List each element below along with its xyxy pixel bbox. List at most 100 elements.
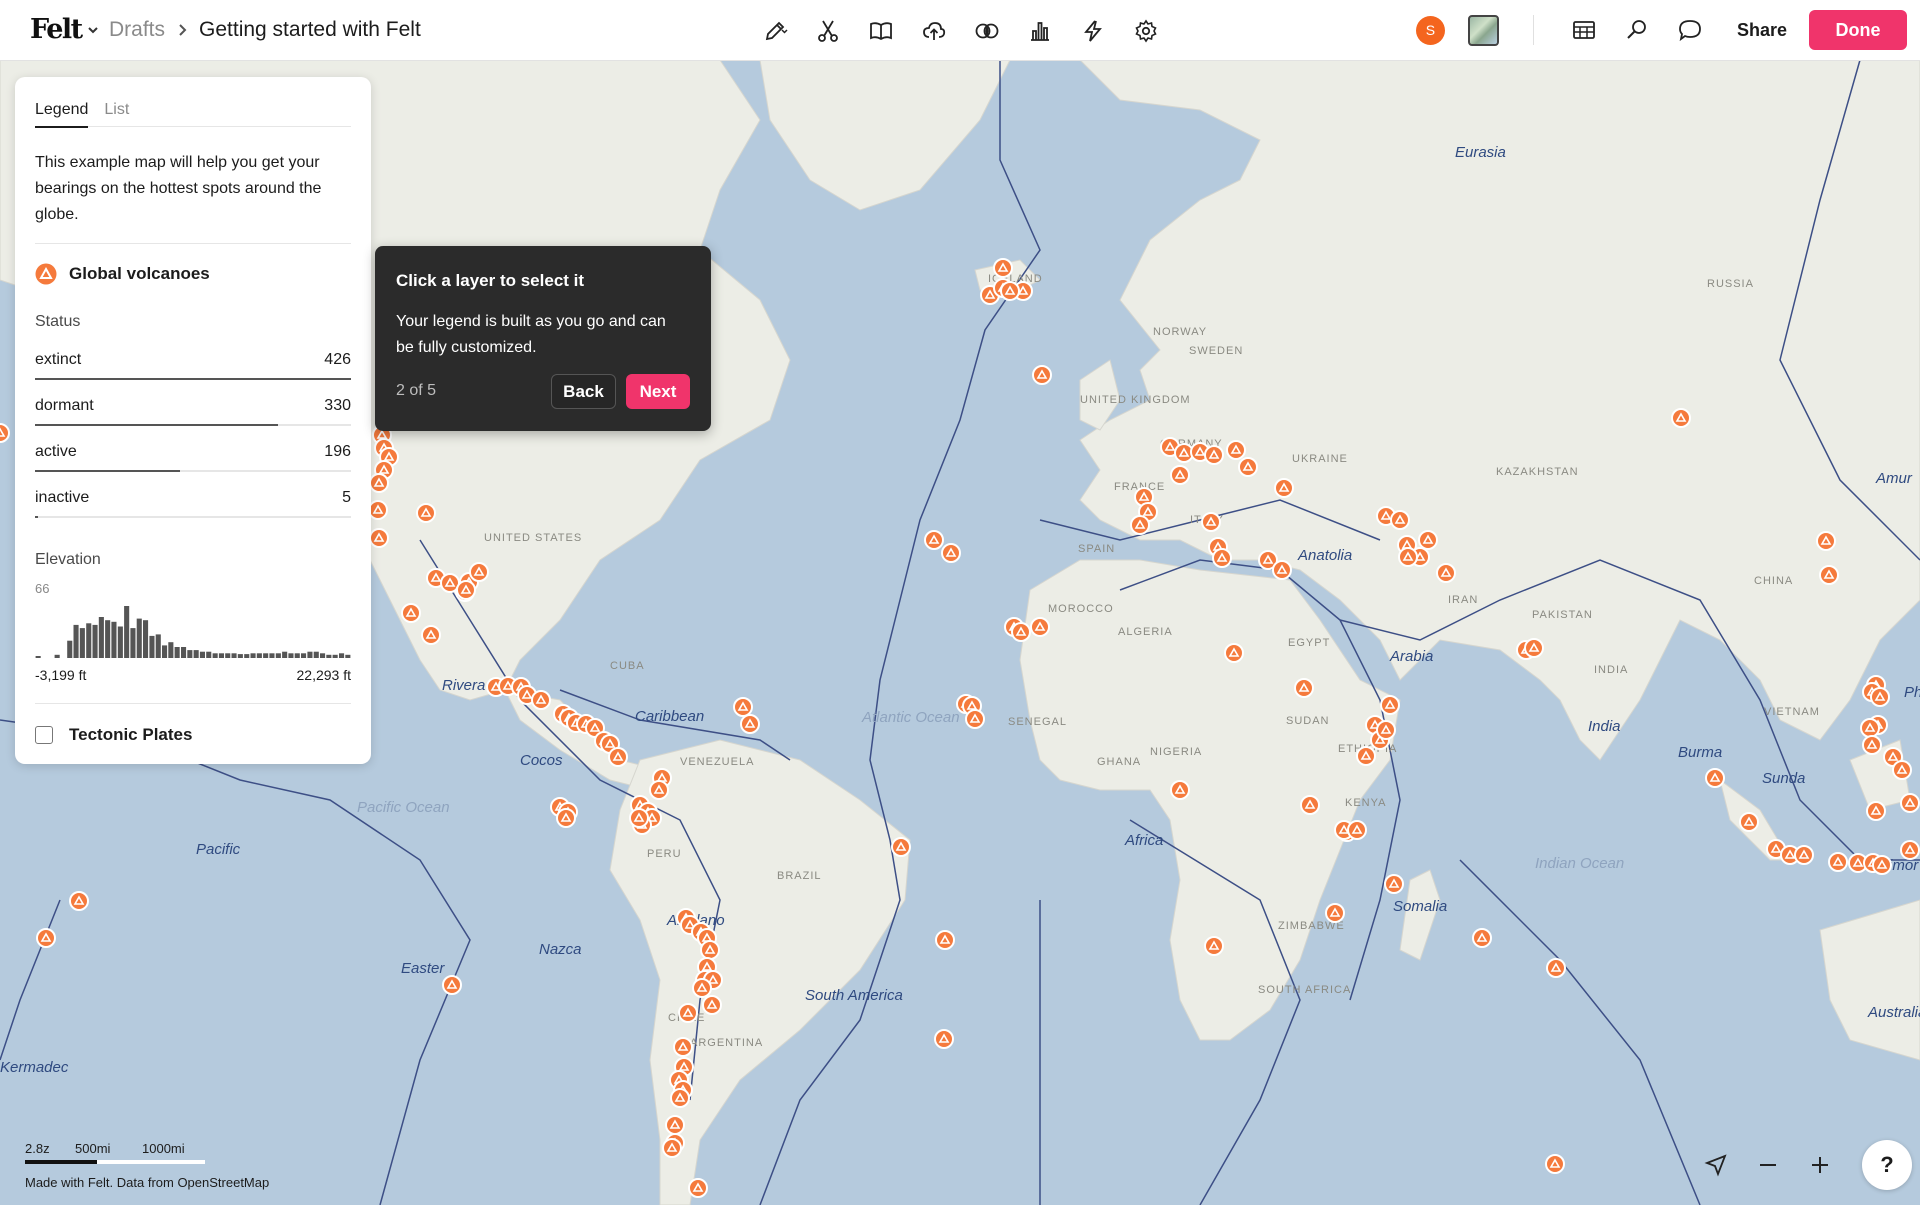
volcano-marker[interactable] bbox=[1384, 874, 1404, 894]
upload-button[interactable] bbox=[907, 13, 960, 49]
volcano-marker[interactable] bbox=[1418, 530, 1438, 550]
pencil-tool-button[interactable] bbox=[748, 13, 801, 49]
volcano-marker[interactable] bbox=[36, 928, 56, 948]
volcano-marker[interactable] bbox=[1376, 720, 1396, 740]
volcano-marker[interactable] bbox=[692, 978, 712, 998]
volcano-marker[interactable] bbox=[1204, 445, 1224, 465]
volcano-marker[interactable] bbox=[702, 995, 722, 1015]
volcano-marker[interactable] bbox=[1300, 795, 1320, 815]
zoom-in-button[interactable] bbox=[1794, 1141, 1846, 1189]
cut-tool-button[interactable] bbox=[801, 13, 854, 49]
volcano-marker[interactable] bbox=[891, 837, 911, 857]
volcano-marker[interactable] bbox=[1739, 812, 1759, 832]
volcano-marker[interactable] bbox=[1030, 617, 1050, 637]
volcano-marker[interactable] bbox=[442, 975, 462, 995]
volcano-marker[interactable] bbox=[1130, 515, 1150, 535]
felt-logo-menu[interactable]: Felt bbox=[30, 14, 100, 45]
volcano-marker[interactable] bbox=[1900, 840, 1920, 860]
table-view-button[interactable] bbox=[1558, 12, 1611, 48]
search-button[interactable] bbox=[1611, 12, 1664, 48]
volcano-marker[interactable] bbox=[1866, 801, 1886, 821]
volcano-marker[interactable] bbox=[421, 625, 441, 645]
volcano-marker[interactable] bbox=[941, 543, 961, 563]
volcano-marker[interactable] bbox=[1325, 903, 1345, 923]
tectonic-checkbox[interactable] bbox=[35, 726, 53, 744]
volcano-marker[interactable] bbox=[1816, 531, 1836, 551]
volcano-marker[interactable] bbox=[1436, 563, 1456, 583]
volcano-marker[interactable] bbox=[369, 528, 389, 548]
status-inactive[interactable]: inactive 5 bbox=[35, 489, 351, 535]
volcano-marker[interactable] bbox=[1000, 281, 1020, 301]
status-extinct[interactable]: extinct 426 bbox=[35, 351, 351, 397]
tooltip-next-button[interactable]: Next bbox=[626, 374, 690, 409]
volcano-marker[interactable] bbox=[1294, 678, 1314, 698]
volcano-marker[interactable] bbox=[678, 1003, 698, 1023]
settings-button[interactable] bbox=[1119, 13, 1172, 49]
volcano-marker[interactable] bbox=[1671, 408, 1691, 428]
volcano-marker[interactable] bbox=[1212, 548, 1232, 568]
volcano-marker[interactable] bbox=[1900, 793, 1920, 813]
library-button[interactable] bbox=[854, 13, 907, 49]
volcano-marker[interactable] bbox=[993, 258, 1013, 278]
volcano-marker[interactable] bbox=[1011, 622, 1031, 642]
volcano-marker[interactable] bbox=[935, 930, 955, 950]
volcano-marker[interactable] bbox=[0, 423, 10, 443]
volcano-marker[interactable] bbox=[556, 808, 576, 828]
volcano-marker[interactable] bbox=[401, 603, 421, 623]
volcano-marker[interactable] bbox=[1272, 560, 1292, 580]
volcano-marker[interactable] bbox=[369, 473, 389, 493]
volcano-marker[interactable] bbox=[1201, 512, 1221, 532]
volcano-marker[interactable] bbox=[1862, 735, 1882, 755]
share-button[interactable]: Share bbox=[1737, 20, 1787, 41]
volcano-marker[interactable] bbox=[1347, 820, 1367, 840]
user-avatar[interactable]: S bbox=[1415, 15, 1445, 45]
volcano-marker[interactable] bbox=[740, 714, 760, 734]
layer-tectonic-plates[interactable]: Tectonic Plates bbox=[35, 725, 192, 745]
tab-list[interactable]: List bbox=[104, 93, 129, 126]
volcano-marker[interactable] bbox=[629, 808, 649, 828]
volcano-marker[interactable] bbox=[1398, 547, 1418, 567]
attribution[interactable]: Made with Felt. Data from OpenStreetMap bbox=[25, 1175, 269, 1190]
breadcrumb-drafts-link[interactable]: Drafts bbox=[109, 18, 165, 42]
volcano-marker[interactable] bbox=[469, 562, 489, 582]
volcano-marker[interactable] bbox=[531, 690, 551, 710]
volcano-marker[interactable] bbox=[662, 1138, 682, 1158]
chart-button[interactable] bbox=[1013, 13, 1066, 49]
volcano-marker[interactable] bbox=[1224, 643, 1244, 663]
volcano-marker[interactable] bbox=[1238, 457, 1258, 477]
volcano-marker[interactable] bbox=[688, 1178, 708, 1198]
volcano-marker[interactable] bbox=[1794, 845, 1814, 865]
basemap-thumbnail[interactable] bbox=[1467, 14, 1499, 46]
volcano-marker[interactable] bbox=[1819, 565, 1839, 585]
volcano-marker[interactable] bbox=[934, 1029, 954, 1049]
volcano-marker[interactable] bbox=[1380, 695, 1400, 715]
layer-global-volcanoes[interactable]: Global volcanoes bbox=[35, 263, 210, 285]
volcano-marker[interactable] bbox=[665, 1115, 685, 1135]
volcano-marker[interactable] bbox=[924, 530, 944, 550]
tab-legend[interactable]: Legend bbox=[35, 93, 89, 128]
volcano-marker[interactable] bbox=[1892, 760, 1912, 780]
volcano-marker[interactable] bbox=[1390, 510, 1410, 530]
volcano-marker[interactable] bbox=[1472, 928, 1492, 948]
locate-button[interactable] bbox=[1690, 1141, 1742, 1189]
volcano-marker[interactable] bbox=[1546, 958, 1566, 978]
volcano-marker[interactable] bbox=[673, 1037, 693, 1057]
comments-button[interactable] bbox=[1664, 12, 1717, 48]
volcano-marker[interactable] bbox=[1274, 478, 1294, 498]
status-dormant[interactable]: dormant 330 bbox=[35, 397, 351, 443]
volcano-marker[interactable] bbox=[1828, 852, 1848, 872]
elevation-histogram[interactable] bbox=[35, 602, 351, 658]
volcano-marker[interactable] bbox=[1356, 746, 1376, 766]
analysis-button[interactable] bbox=[960, 13, 1013, 49]
volcano-marker[interactable] bbox=[649, 780, 669, 800]
volcano-marker[interactable] bbox=[1860, 718, 1880, 738]
done-button[interactable]: Done bbox=[1809, 10, 1907, 50]
status-active[interactable]: active 196 bbox=[35, 443, 351, 489]
volcano-marker[interactable] bbox=[1032, 365, 1052, 385]
volcano-marker[interactable] bbox=[733, 697, 753, 717]
volcano-marker[interactable] bbox=[416, 503, 436, 523]
map-title[interactable]: Getting started with Felt bbox=[199, 18, 421, 42]
volcano-marker[interactable] bbox=[368, 500, 388, 520]
actions-button[interactable] bbox=[1066, 13, 1119, 49]
volcano-marker[interactable] bbox=[1226, 440, 1246, 460]
